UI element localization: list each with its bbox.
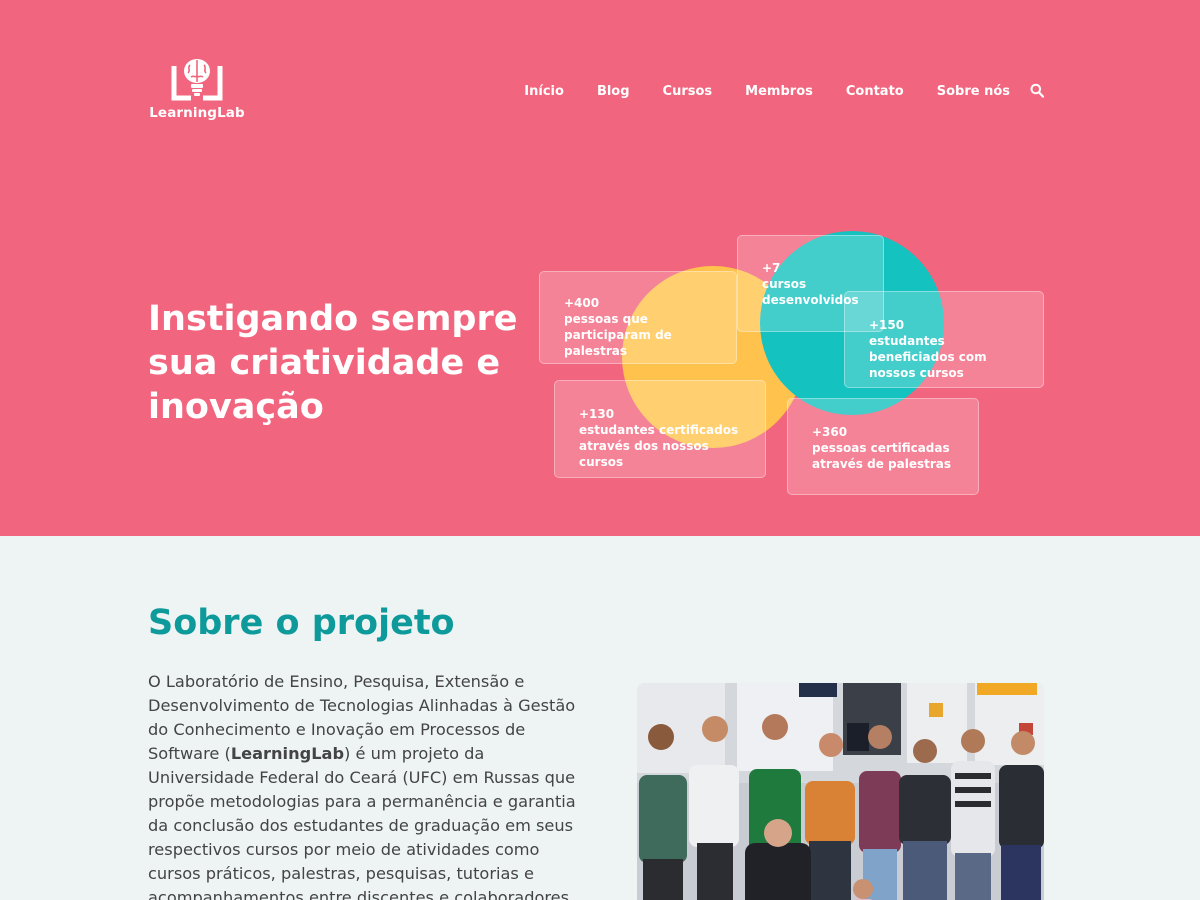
stat-card-certificados-cursos: +130 estudantes certificados através dos… (554, 380, 766, 478)
about-paragraph: O Laboratório de Ensino, Pesquisa, Exten… (148, 670, 593, 900)
logo-text: LearningLab (149, 105, 245, 121)
stat-label: estudantes beneficiados com nossos curso… (869, 334, 987, 380)
nav-inicio[interactable]: Início (524, 84, 564, 99)
stat-card-palestras: +400 pessoas que participaram de palestr… (539, 271, 737, 364)
hero-title: Instigando sempre sua criatividade e ino… (148, 299, 518, 427)
stat-label: estudantes certificados através dos noss… (579, 423, 739, 469)
stat-number: +150 (869, 318, 905, 332)
stat-number: +400 (564, 296, 600, 310)
stat-number: +130 (579, 407, 615, 421)
stat-label: pessoas certificadas através de palestra… (812, 441, 952, 471)
stat-number: +360 (812, 425, 848, 439)
nav-blog[interactable]: Blog (597, 84, 630, 99)
stat-card-beneficiados: +150 estudantes beneficiados com nossos … (844, 291, 1044, 388)
hero-section: LearningLab Início Blog Cursos Membros C… (0, 0, 1200, 536)
stat-card-certificados-palestras: +360 pessoas certificadas através de pal… (787, 398, 979, 495)
team-photo-illustration (637, 683, 1044, 900)
brain-book-icon (171, 59, 223, 101)
search-icon[interactable] (1030, 83, 1044, 99)
team-photo (637, 683, 1044, 900)
main-nav: Início Blog Cursos Membros Contato Sobre… (491, 83, 1044, 99)
nav-sobre-nos[interactable]: Sobre nós (937, 84, 1010, 99)
nav-contato[interactable]: Contato (846, 84, 904, 99)
about-text-bold: LearningLab (230, 744, 345, 763)
stat-label: pessoas que participaram de palestras (564, 312, 672, 358)
about-text-end: ) é um projeto da Universidade Federal d… (148, 744, 576, 900)
nav-membros[interactable]: Membros (745, 84, 813, 99)
logo[interactable]: LearningLab (147, 56, 247, 126)
nav-cursos[interactable]: Cursos (663, 84, 713, 99)
stat-number: +7 (762, 261, 781, 275)
about-title: Sobre o projeto (148, 603, 455, 643)
